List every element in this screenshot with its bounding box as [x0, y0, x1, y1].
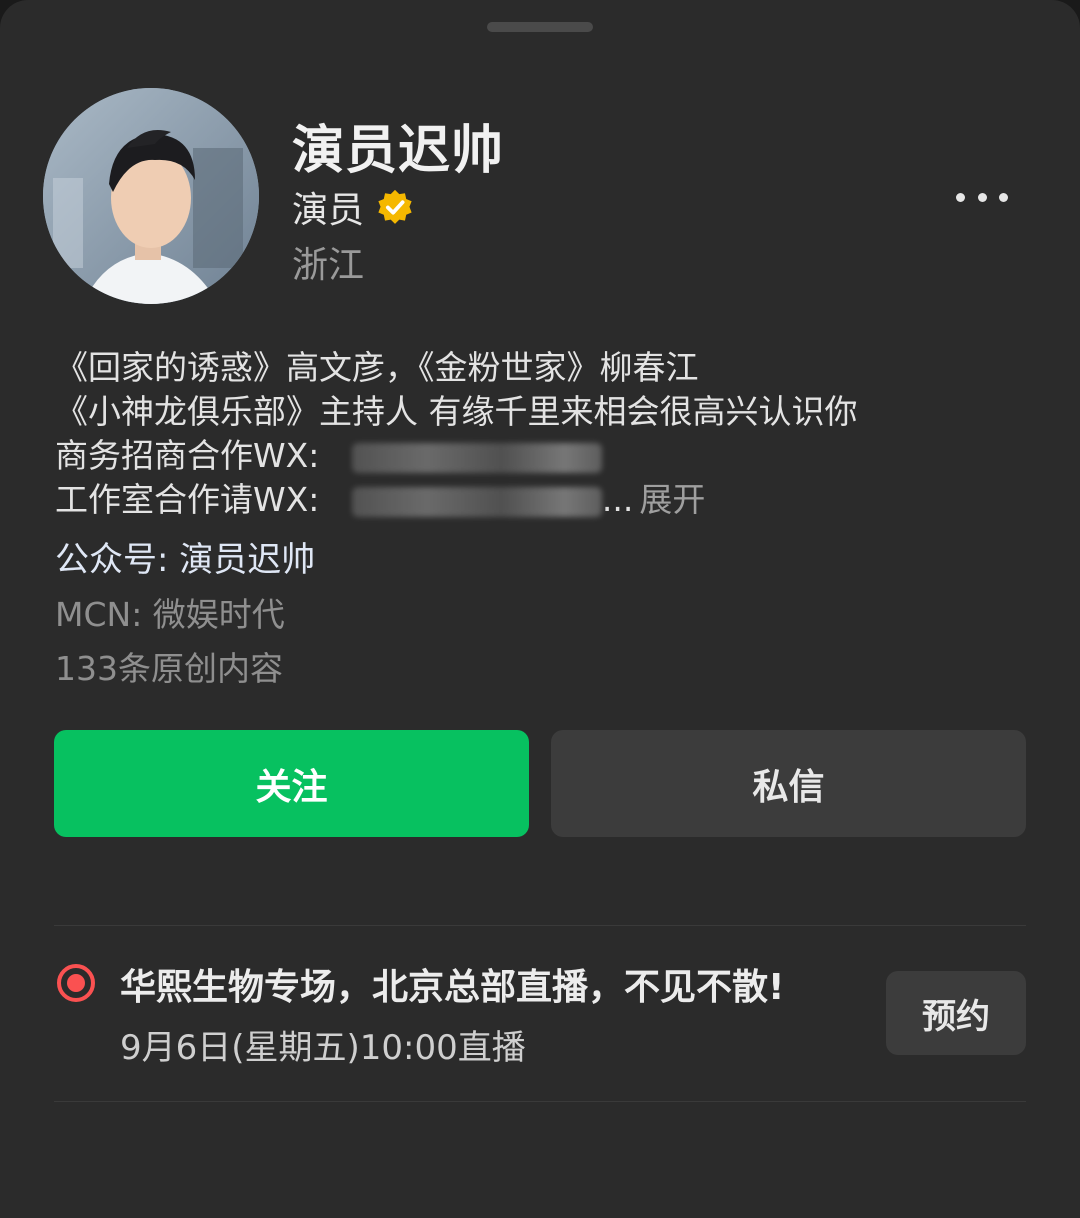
message-button[interactable]: 私信	[551, 730, 1026, 837]
redacted-wechat-id	[351, 486, 602, 517]
official-account-link[interactable]: 公众号: 演员迟帅	[55, 532, 315, 581]
profile-bio: 《回家的诱惑》高文彦，《金粉世家》柳春江 《小神龙俱乐部》主持人 有缘千里来相会…	[55, 346, 1045, 522]
live-title[interactable]: 华熙生物专场，北京总部直播，不见不散!	[120, 958, 784, 1010]
redacted-wechat-id	[351, 442, 602, 473]
live-indicator-icon	[57, 964, 95, 1002]
sheet-drag-handle[interactable]	[487, 22, 593, 32]
profile-role: 演员	[292, 190, 365, 231]
avatar-photo-icon	[43, 88, 259, 304]
more-dot-icon	[956, 192, 965, 202]
verified-badge-icon[interactable]	[376, 188, 414, 226]
bio-business-wx-label: 商务招商合作WX:	[55, 436, 330, 475]
more-dot-icon	[999, 192, 1008, 202]
reserve-button[interactable]: 预约	[886, 971, 1026, 1055]
avatar[interactable]	[43, 88, 259, 304]
more-options-button[interactable]	[950, 180, 1014, 214]
profile-sheet: 演员迟帅 演员 浙江 《回家的诱惑》高文彦，《金粉世家》柳春江 《小神龙俱乐部》…	[0, 0, 1080, 1218]
follow-button[interactable]: 关注	[54, 730, 529, 837]
more-dot-icon	[977, 192, 987, 202]
original-content-count[interactable]: 133条原创内容	[55, 642, 283, 690]
bio-line-4: 工作室合作请WX: ... 展开	[55, 478, 1045, 522]
role-row: 演员	[292, 184, 414, 231]
bio-studio-wx-label: 工作室合作请WX:	[55, 480, 330, 519]
bio-line-2: 《小神龙俱乐部》主持人 有缘千里来相会很高兴认识你	[55, 392, 858, 431]
divider	[54, 925, 1026, 926]
divider	[54, 1101, 1026, 1102]
bio-expand-link[interactable]: 展开	[639, 480, 705, 519]
bio-line-1: 《回家的诱惑》高文彦，《金粉世家》柳春江	[55, 348, 699, 387]
profile-location: 浙江	[292, 245, 365, 286]
mcn-label: MCN: 微娱时代	[55, 595, 285, 634]
profile-name: 演员迟帅	[292, 121, 505, 181]
bio-ellipsis: ...	[601, 480, 634, 519]
live-time: 9月6日(星期五)10:00直播	[120, 1028, 526, 1068]
bio-line-3: 商务招商合作WX:	[55, 434, 1045, 478]
